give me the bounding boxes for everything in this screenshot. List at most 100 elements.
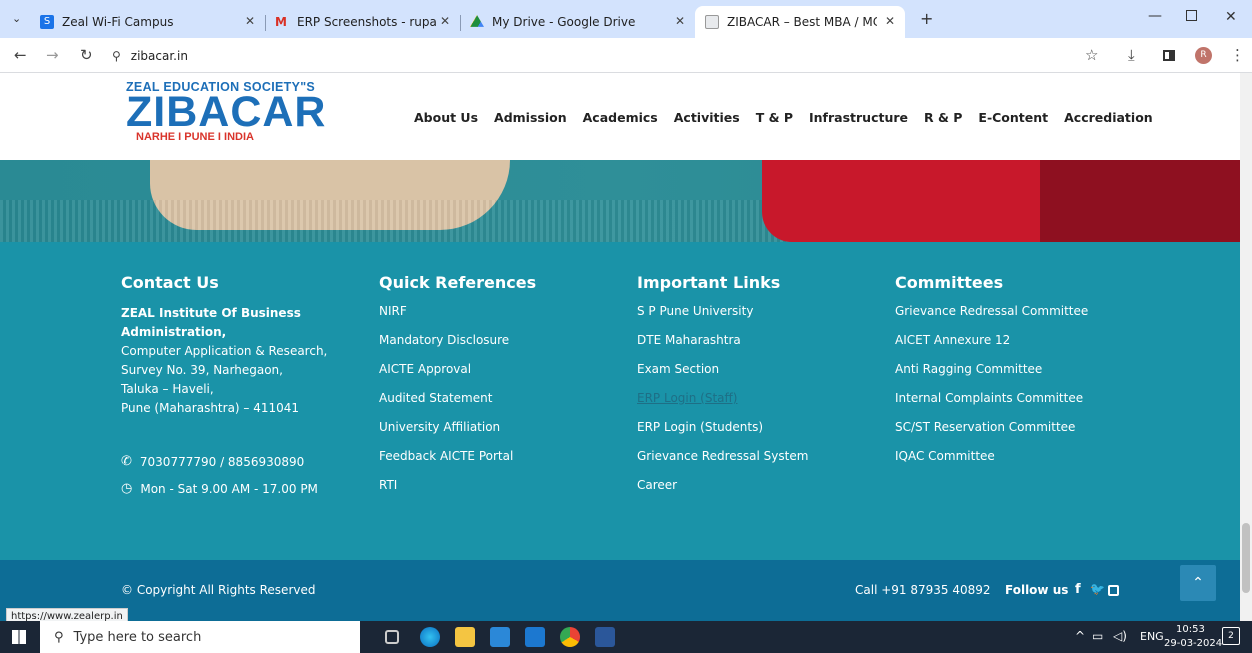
link-aicet-annexure-12[interactable]: AICET Annexure 12 bbox=[895, 333, 1145, 362]
notification-icon[interactable]: 2 bbox=[1222, 627, 1240, 645]
new-tab-icon[interactable]: + bbox=[920, 9, 933, 28]
forward-icon[interactable]: → bbox=[46, 46, 59, 64]
link-sp-pune-university[interactable]: S P Pune University bbox=[637, 304, 877, 333]
zeal-favicon-icon: S bbox=[40, 15, 54, 29]
zibacar-favicon-icon bbox=[705, 15, 719, 29]
tab-title: ZIBACAR – Best MBA / MCA Co bbox=[727, 15, 877, 29]
address-bar[interactable]: ⚲ zibacar.in bbox=[112, 42, 1187, 70]
institute-name: ZEAL Institute Of Business Administratio… bbox=[121, 306, 301, 339]
address-line: Pune (Maharashtra) – 411041 bbox=[121, 401, 300, 415]
tray-chevron-icon[interactable]: ^ bbox=[1075, 629, 1085, 643]
taskbar-search-placeholder: Type here to search bbox=[73, 629, 202, 645]
tab-zibacar[interactable]: ZIBACAR – Best MBA / MCA Co ✕ bbox=[695, 6, 905, 38]
hero-banner-image bbox=[0, 160, 1240, 242]
bookmark-star-icon[interactable]: ☆ bbox=[1085, 46, 1098, 64]
nav-academics[interactable]: Academics bbox=[583, 110, 658, 125]
link-aicte-approval[interactable]: AICTE Approval bbox=[379, 362, 619, 391]
close-icon[interactable]: ✕ bbox=[440, 14, 450, 28]
link-audited-statement[interactable]: Audited Statement bbox=[379, 391, 619, 420]
nav-accrediation[interactable]: Accrediation bbox=[1064, 110, 1153, 125]
menu-kebab-icon[interactable]: ⋮ bbox=[1230, 46, 1245, 64]
edge-icon[interactable] bbox=[420, 627, 440, 647]
link-sc-st-reservation-committee[interactable]: SC/ST Reservation Committee bbox=[895, 420, 1145, 449]
page-scrollbar[interactable] bbox=[1240, 73, 1252, 621]
clock-icon: ◷ bbox=[121, 481, 133, 496]
mail-icon[interactable] bbox=[525, 627, 545, 647]
tab-google-drive[interactable]: My Drive - Google Drive ✕ bbox=[460, 6, 695, 38]
reload-icon[interactable]: ↻ bbox=[80, 46, 93, 64]
profile-avatar[interactable]: R bbox=[1195, 47, 1212, 64]
nav-r-and-p[interactable]: R & P bbox=[924, 110, 962, 125]
link-dte-maharashtra[interactable]: DTE Maharashtra bbox=[637, 333, 877, 362]
close-icon[interactable]: ✕ bbox=[675, 14, 685, 28]
chrome-icon[interactable] bbox=[560, 627, 580, 647]
link-grievance-redressal-committee[interactable]: Grievance Redressal Committee bbox=[895, 304, 1145, 333]
twitter-icon[interactable]: 🐦 bbox=[1090, 582, 1105, 596]
gmail-icon: M bbox=[275, 15, 287, 29]
file-explorer-icon[interactable] bbox=[455, 627, 475, 647]
link-grievance-redressal-system[interactable]: Grievance Redressal System bbox=[637, 449, 877, 478]
link-career[interactable]: Career bbox=[637, 478, 877, 507]
link-university-affiliation[interactable]: University Affiliation bbox=[379, 420, 619, 449]
back-icon[interactable]: ← bbox=[14, 46, 27, 64]
side-panel-icon[interactable] bbox=[1163, 50, 1175, 61]
tab-zeal-wifi[interactable]: S Zeal Wi-Fi Campus ✕ bbox=[30, 6, 266, 38]
footer-contact-column: Contact Us ZEAL Institute Of Business Ad… bbox=[121, 273, 361, 496]
store-icon[interactable] bbox=[490, 627, 510, 647]
restore-icon[interactable] bbox=[1186, 10, 1197, 21]
nav-t-and-p[interactable]: T & P bbox=[756, 110, 793, 125]
word-icon[interactable] bbox=[595, 627, 615, 647]
link-erp-login-staff[interactable]: ERP Login (Staff) bbox=[637, 391, 877, 420]
taskbar-search-box[interactable]: ⚲ Type here to search bbox=[40, 621, 360, 653]
notification-count: 2 bbox=[1228, 631, 1234, 641]
task-view-icon[interactable] bbox=[385, 630, 399, 644]
window-close-icon[interactable]: ✕ bbox=[1225, 9, 1237, 25]
footer-bottom-bar: © Copyright All Rights Reserved Call +91… bbox=[0, 560, 1240, 621]
browser-tab-strip: ⌄ S Zeal Wi-Fi Campus ✕ M ERP Screenshot… bbox=[0, 0, 1252, 38]
link-iqac-committee[interactable]: IQAC Committee bbox=[895, 449, 1145, 478]
link-erp-login-students[interactable]: ERP Login (Students) bbox=[637, 420, 877, 449]
instagram-icon[interactable] bbox=[1108, 585, 1119, 596]
tab-search-chevron-icon[interactable]: ⌄ bbox=[12, 12, 21, 25]
nav-infrastructure[interactable]: Infrastructure bbox=[809, 110, 908, 125]
nav-admission[interactable]: Admission bbox=[494, 110, 567, 125]
scroll-to-top-button[interactable]: ⌃ bbox=[1180, 565, 1216, 601]
download-icon[interactable]: ⤓ bbox=[1128, 46, 1135, 64]
site-header: ZEAL EDUCATION SOCIETY"S ZIBACAR NARHE I… bbox=[0, 73, 1240, 160]
site-logo[interactable]: ZIBACAR bbox=[126, 88, 326, 137]
link-feedback-aicte-portal[interactable]: Feedback AICTE Portal bbox=[379, 449, 619, 478]
web-page: ZEAL EDUCATION SOCIETY"S ZIBACAR NARHE I… bbox=[0, 73, 1240, 621]
footer-committees: Committees Grievance Redressal Committee… bbox=[895, 273, 1145, 478]
facebook-icon[interactable]: f bbox=[1075, 582, 1081, 597]
contact-phone[interactable]: 7030777790 / 8856930890 bbox=[140, 455, 304, 469]
close-icon[interactable]: ✕ bbox=[885, 14, 895, 28]
nav-activities[interactable]: Activities bbox=[674, 110, 740, 125]
nav-e-content[interactable]: E-Content bbox=[978, 110, 1048, 125]
committees-heading: Committees bbox=[895, 273, 1004, 292]
link-mandatory-disclosure[interactable]: Mandatory Disclosure bbox=[379, 333, 619, 362]
link-rti[interactable]: RTI bbox=[379, 478, 619, 507]
minimize-icon[interactable]: — bbox=[1148, 8, 1162, 24]
footer-important-links: Important Links S P Pune University DTE … bbox=[637, 273, 877, 507]
link-exam-section[interactable]: Exam Section bbox=[637, 362, 877, 391]
clock-date[interactable]: 29-03-2024 bbox=[1164, 638, 1222, 649]
language-indicator[interactable]: ENG bbox=[1140, 630, 1164, 643]
phone-icon: ✆ bbox=[121, 454, 132, 469]
follow-us-label: Follow us bbox=[1005, 583, 1069, 597]
clock-time[interactable]: 10:53 bbox=[1176, 624, 1205, 635]
nav-about-us[interactable]: About Us bbox=[414, 110, 478, 125]
site-info-icon[interactable]: ⚲ bbox=[112, 49, 121, 63]
status-bar-url: https://www.zealerp.in bbox=[6, 608, 128, 621]
network-icon[interactable]: ▭ bbox=[1092, 629, 1103, 643]
windows-start-icon[interactable] bbox=[12, 630, 26, 644]
address-line: Taluka – Haveli, bbox=[121, 382, 214, 396]
link-anti-ragging-committee[interactable]: Anti Ragging Committee bbox=[895, 362, 1145, 391]
close-icon[interactable]: ✕ bbox=[245, 14, 255, 28]
tab-erp-screenshots[interactable]: M ERP Screenshots - rupali.pawar ✕ bbox=[265, 6, 461, 38]
call-number[interactable]: Call +91 87935 40892 bbox=[855, 583, 991, 597]
link-nirf[interactable]: NIRF bbox=[379, 304, 619, 333]
link-internal-complaints-committee[interactable]: Internal Complaints Committee bbox=[895, 391, 1145, 420]
address-line: Computer Application & Research, bbox=[121, 344, 328, 358]
copyright-text: © Copyright All Rights Reserved bbox=[121, 583, 316, 597]
volume-icon[interactable]: ◁) bbox=[1113, 629, 1127, 643]
